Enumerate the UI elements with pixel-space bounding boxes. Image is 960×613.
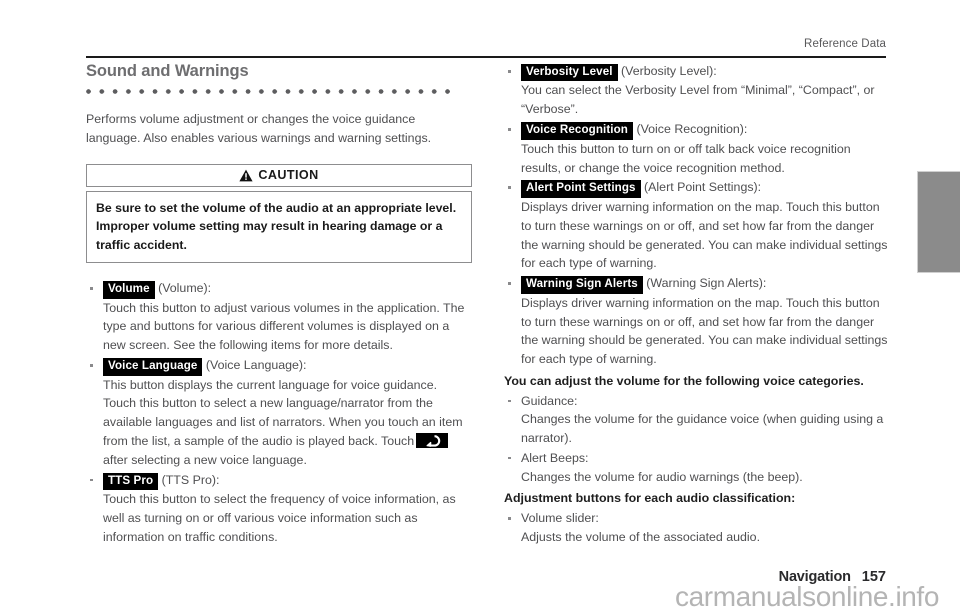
volume-categories-list: Guidance: Changes the volume for the gui…: [504, 392, 890, 487]
chip-voice-language[interactable]: Voice Language: [103, 358, 203, 376]
list-item: Volume slider: Adjusts the volume of the…: [504, 509, 890, 546]
adjustment-buttons-list: Volume slider: Adjusts the volume of the…: [504, 509, 890, 546]
chip-volume[interactable]: Volume: [103, 281, 155, 299]
list-item: Warning Sign Alerts (Warning Sign Alerts…: [504, 274, 890, 369]
description-after-icon: after selecting a new voice language.: [103, 453, 307, 468]
right-settings-list: Verbosity Level (Verbosity Level): You c…: [504, 62, 890, 369]
chip-warning-sign-alerts[interactable]: Warning Sign Alerts: [521, 276, 643, 294]
setting-verbosity-level: Verbosity Level (Verbosity Level):: [521, 62, 890, 82]
list-item: Volume (Volume): Touch this button to ad…: [86, 279, 472, 355]
left-column: Sound and Warnings Performs volume adjus…: [86, 62, 472, 548]
setting-caption: (Volume):: [158, 281, 212, 296]
setting-description: Touch this button to adjust various volu…: [103, 300, 465, 353]
chip-alert-point-settings[interactable]: Alert Point Settings: [521, 180, 641, 198]
left-settings-list: Volume (Volume): Touch this button to ad…: [86, 279, 472, 547]
manual-page: Reference Data Sound and Warnings Perfor…: [0, 0, 960, 612]
setting-description: Displays driver warning information on t…: [521, 199, 888, 271]
dotted-divider: [86, 89, 456, 95]
site-watermark: carmanualsonline.info: [675, 581, 939, 612]
setting-caption: (Verbosity Level):: [621, 64, 717, 78]
adjustment-buttons-heading: Adjustment buttons for each audio classi…: [504, 491, 796, 506]
setting-caption: (Warning Sign Alerts):: [646, 276, 767, 291]
setting-description: Touch this button to turn on or off talk…: [521, 141, 851, 175]
chip-tts-pro[interactable]: TTS Pro: [103, 472, 159, 491]
category-term: Guidance:: [521, 393, 578, 408]
header-rule: [86, 56, 886, 58]
setting-tts-pro: TTS Pro (TTS Pro):: [103, 471, 472, 491]
setting-warning-sign-alerts: Warning Sign Alerts (Warning Sign Alerts…: [521, 274, 890, 294]
adjustment-description: Adjusts the volume of the associated aud…: [521, 529, 761, 544]
list-item: Voice Recognition (Voice Recognition): T…: [504, 120, 890, 177]
setting-caption: (Alert Point Settings):: [644, 180, 762, 195]
setting-description: You can select the Verbosity Level from …: [521, 83, 875, 117]
description-before-icon: This button displays the current languag…: [103, 377, 463, 449]
setting-alert-point-settings: Alert Point Settings (Alert Point Settin…: [521, 178, 890, 198]
list-item: Alert Beeps: Changes the volume for audi…: [504, 449, 890, 486]
caution-header: CAUTION: [86, 163, 472, 187]
category-description: Changes the volume for audio warnings (t…: [521, 469, 803, 484]
right-column: Verbosity Level (Verbosity Level): You c…: [504, 62, 890, 547]
category-description: Changes the volume for the guidance voic…: [521, 412, 884, 446]
chapter-thumb-tab: [917, 171, 960, 273]
chip-verbosity-level[interactable]: Verbosity Level: [521, 64, 618, 82]
chip-voice-recognition[interactable]: Voice Recognition: [521, 122, 633, 140]
setting-description: This button displays the current languag…: [103, 376, 472, 470]
setting-voice-recognition: Voice Recognition (Voice Recognition):: [521, 120, 890, 140]
adjustment-term: Volume slider:: [521, 511, 599, 526]
section-intro: Performs volume adjustment or changes th…: [86, 112, 432, 145]
list-item: Voice Language (Voice Language): This bu…: [86, 356, 472, 470]
setting-caption: (TTS Pro):: [161, 472, 220, 487]
page-title: Sound and Warnings: [86, 62, 249, 80]
list-item: Alert Point Settings (Alert Point Settin…: [504, 178, 890, 273]
list-item: Verbosity Level (Verbosity Level): You c…: [504, 62, 890, 119]
back-arrow-icon[interactable]: [416, 433, 449, 449]
setting-caption: (Voice Language):: [205, 358, 307, 373]
category-term: Alert Beeps:: [521, 450, 589, 465]
list-item: TTS Pro (TTS Pro): Touch this button to …: [86, 471, 472, 547]
list-item: Guidance: Changes the volume for the gui…: [504, 392, 890, 448]
setting-caption: (Voice Recognition):: [636, 122, 748, 137]
volume-categories-heading: You can adjust the volume for the follow…: [504, 374, 864, 389]
running-head: Reference Data: [804, 38, 886, 50]
caution-text: Be sure to set the volume of the audio a…: [86, 190, 472, 264]
setting-voice-language: Voice Language (Voice Language):: [103, 356, 472, 376]
setting-description: Displays driver warning information on t…: [521, 295, 888, 367]
caution-label: CAUTION: [258, 168, 319, 183]
warning-triangle-icon: [239, 169, 254, 182]
setting-volume: Volume (Volume):: [103, 279, 472, 299]
setting-description: Touch this button to select the frequenc…: [103, 492, 456, 545]
